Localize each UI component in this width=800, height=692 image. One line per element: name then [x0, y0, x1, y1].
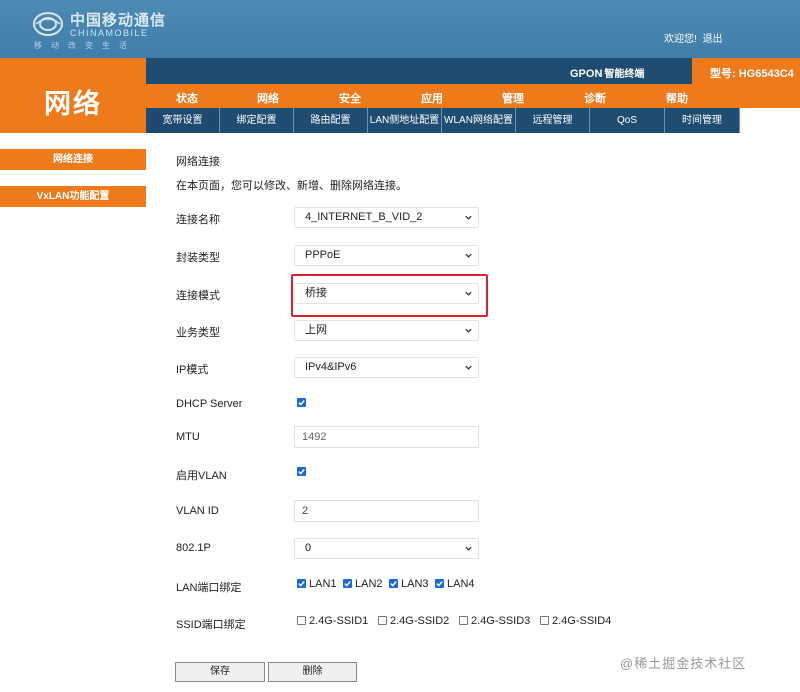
model-label: 型号:	[710, 68, 736, 80]
conn-mode-label: 连接模式	[176, 290, 220, 302]
lan3-label: LAN3	[401, 578, 429, 590]
ssid2-label: 2.4G-SSID2	[390, 615, 450, 627]
watermark: @稀土掘金技术社区	[620, 656, 747, 671]
ssid3-checkbox[interactable]	[459, 616, 468, 625]
chevron-down-icon	[465, 215, 472, 220]
nav-network[interactable]: 网络	[257, 90, 279, 106]
chevron-down-icon	[465, 546, 472, 551]
lan-bind-label: LAN端口绑定	[176, 582, 242, 594]
delete-button[interactable]: 删除	[268, 662, 357, 682]
chevron-down-icon	[465, 253, 472, 258]
tab-wlan-config[interactable]: WLAN网络配置	[442, 108, 516, 133]
sidebar: 网络连接 VxLAN功能配置	[0, 133, 146, 692]
lan4-label: LAN4	[447, 578, 475, 590]
vlan-id-label: VLAN ID	[176, 505, 219, 517]
logo-cn-text: 中国移动通信	[70, 12, 167, 29]
china-mobile-logo-icon	[33, 12, 63, 36]
welcome-area: 欢迎您! 退出	[664, 30, 726, 45]
sidebar-item-vxlan-config[interactable]: VxLAN功能配置	[0, 186, 146, 207]
model-value: HG6543C4	[738, 68, 794, 80]
checkmark-icon	[436, 581, 443, 587]
tab-lan-address-config[interactable]: LAN侧地址配置	[368, 108, 442, 133]
tab-binding-config[interactable]: 绑定配置	[220, 108, 294, 133]
tab-broadband-settings[interactable]: 宽带设置	[146, 108, 220, 133]
red-highlight-box	[291, 274, 488, 317]
checkmark-icon	[298, 581, 305, 587]
top-header: 中国移动通信 CHINAMOBILE 移动改变生活 欢迎您! 退出	[0, 0, 800, 58]
lan1-checkbox[interactable]	[297, 579, 306, 588]
ssid3-label: 2.4G-SSID3	[471, 615, 531, 627]
gpon-text: GPON	[570, 68, 603, 80]
logout-link[interactable]: 退出	[703, 34, 723, 45]
chevron-down-icon	[465, 365, 472, 370]
mtu-input[interactable]: 1492	[294, 426, 479, 448]
tab-routing-config[interactable]: 路由配置	[294, 108, 368, 133]
vlan-enable-label: 启用VLAN	[176, 470, 227, 482]
china-mobile-logo: 中国移动通信 CHINAMOBILE 移动改变生活	[32, 8, 172, 52]
sub-nav: 宽带设置 绑定配置 路由配置 LAN侧地址配置 WLAN网络配置 远程管理 Qo…	[146, 108, 740, 133]
dot1p-select[interactable]: 0	[294, 538, 479, 559]
terminal-text: 智能终端	[604, 69, 645, 80]
save-button[interactable]: 保存	[175, 662, 265, 682]
nav-status[interactable]: 状态	[176, 90, 198, 106]
checkmark-icon	[390, 581, 397, 587]
welcome-text: 欢迎您!	[664, 34, 697, 45]
lan2-label: LAN2	[355, 578, 383, 590]
nav-diagnosis[interactable]: 诊断	[584, 90, 606, 106]
dhcp-server-checkbox[interactable]	[297, 398, 306, 407]
service-type-label: 业务类型	[176, 327, 220, 339]
checkmark-icon	[298, 469, 305, 475]
ssid2-checkbox[interactable]	[378, 616, 387, 625]
nav-security[interactable]: 安全	[339, 90, 361, 106]
conn-name-value: 4_INTERNET_B_VID_2	[305, 211, 423, 223]
ssid-bind-label: SSID端口绑定	[176, 619, 246, 631]
ip-mode-label: IP模式	[176, 364, 209, 376]
vlan-enable-checkbox[interactable]	[297, 467, 306, 476]
gpon-label: GPON 智能终端	[570, 65, 644, 80]
dot1p-value: 0	[305, 542, 312, 554]
model-info: 型号: HG6543C4	[710, 65, 794, 81]
dhcp-server-label: DHCP Server	[176, 398, 243, 410]
dot1p-label: 802.1P	[176, 542, 211, 554]
service-type-value: 上网	[305, 324, 327, 336]
lan3-checkbox[interactable]	[389, 579, 398, 588]
tab-time-management[interactable]: 时间管理	[665, 108, 740, 133]
lan4-checkbox[interactable]	[435, 579, 444, 588]
conn-name-label: 连接名称	[176, 214, 220, 226]
nav-help[interactable]: 帮助	[666, 90, 688, 106]
encap-type-label: 封装类型	[176, 252, 220, 264]
nav-application[interactable]: 应用	[421, 90, 443, 106]
ssid1-label: 2.4G-SSID1	[309, 615, 369, 627]
lan2-checkbox[interactable]	[343, 579, 352, 588]
ssid1-checkbox[interactable]	[297, 616, 306, 625]
nav-management[interactable]: 管理	[502, 90, 524, 106]
section-title: 网络	[44, 89, 102, 119]
encap-type-value: PPPoE	[305, 249, 341, 261]
vlan-id-input[interactable]: 2	[294, 500, 479, 522]
tab-remote-management[interactable]: 远程管理	[516, 108, 590, 133]
page-description: 在本页面，您可以修改、新增、删除网络连接。	[176, 180, 407, 192]
service-type-select[interactable]: 上网	[294, 320, 479, 341]
ip-mode-value: IPv4&IPv6	[305, 361, 357, 373]
ssid4-checkbox[interactable]	[540, 616, 549, 625]
tab-qos[interactable]: QoS	[590, 108, 665, 133]
ssid4-label: 2.4G-SSID4	[552, 615, 612, 627]
encap-type-select[interactable]: PPPoE	[294, 245, 479, 266]
ip-mode-select[interactable]: IPv4&IPv6	[294, 357, 479, 378]
checkmark-icon	[344, 581, 351, 587]
sidebar-item-network-connection[interactable]: 网络连接	[0, 149, 146, 170]
lan1-label: LAN1	[309, 578, 337, 590]
main-nav: 状态 网络 安全 应用 管理 诊断 帮助	[146, 84, 800, 108]
logo-slogan-text: 移动改变生活	[34, 41, 136, 50]
chevron-down-icon	[465, 328, 472, 333]
mtu-label: MTU	[176, 431, 200, 443]
logo-en-text: CHINAMOBILE	[70, 28, 149, 38]
subnav-spacer	[740, 108, 800, 133]
conn-name-select[interactable]: 4_INTERNET_B_VID_2	[294, 207, 479, 228]
checkmark-icon	[298, 400, 305, 406]
page-title: 网络连接	[176, 156, 220, 168]
